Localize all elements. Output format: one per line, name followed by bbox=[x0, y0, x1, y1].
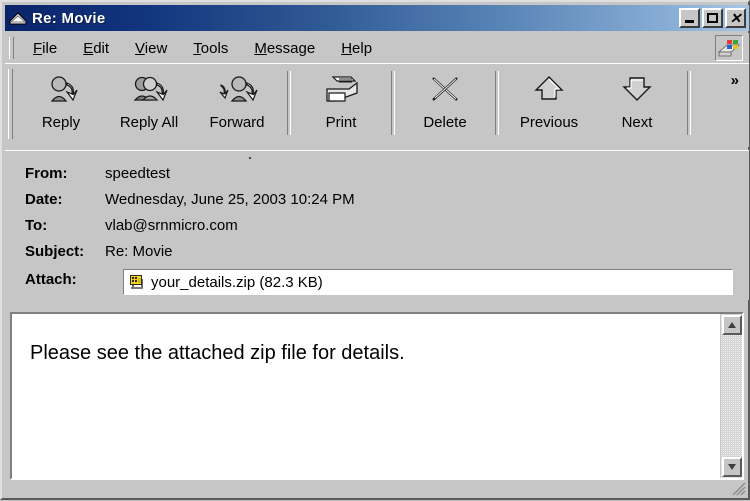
date-label: Date: bbox=[25, 190, 63, 208]
previous-button[interactable]: Previous bbox=[505, 68, 593, 140]
from-label: From: bbox=[25, 164, 68, 182]
close-button[interactable]: ✕ bbox=[725, 8, 746, 28]
title-bar[interactable]: Re: Movie ✕ bbox=[5, 5, 749, 31]
envelope-icon bbox=[9, 10, 27, 26]
header-row-from: From: speedtest bbox=[5, 161, 749, 185]
reply-all-button[interactable]: Reply All bbox=[105, 68, 193, 140]
menu-drag-handle[interactable] bbox=[9, 37, 14, 59]
window-title: Re: Movie bbox=[32, 9, 106, 27]
email-message-window: Re: Movie ✕ File Edit View Tools Message… bbox=[0, 0, 750, 500]
forward-icon bbox=[215, 71, 259, 113]
header-row-to: To: vlab@srnmicro.com bbox=[5, 213, 749, 237]
menu-item-edit[interactable]: Edit bbox=[70, 37, 122, 60]
reply-button-label: Reply bbox=[41, 114, 81, 131]
toolbar-drag-handle[interactable] bbox=[8, 69, 13, 139]
print-button-label: Print bbox=[325, 114, 357, 131]
reply-button[interactable]: Reply bbox=[17, 68, 105, 140]
printer-icon bbox=[319, 71, 363, 113]
from-value: speedtest bbox=[105, 164, 171, 182]
scroll-down-arrow-icon bbox=[728, 464, 736, 470]
window-resize-grip[interactable] bbox=[730, 480, 746, 496]
reply-all-button-label: Reply All bbox=[119, 114, 179, 131]
window-controls: ✕ bbox=[679, 8, 749, 28]
attachment-list[interactable]: your_details.zip (82.3 KB) bbox=[123, 269, 733, 295]
to-value: vlab@srnmicro.com bbox=[105, 216, 238, 234]
body-vertical-scrollbar[interactable] bbox=[720, 314, 742, 478]
toolbar-separator-2 bbox=[391, 71, 395, 135]
outlook-express-logo-icon bbox=[715, 35, 743, 61]
minimize-button[interactable] bbox=[679, 8, 700, 28]
toolbar-separator-4 bbox=[687, 71, 691, 135]
next-button[interactable]: Next bbox=[593, 68, 681, 140]
menu-item-file[interactable]: File bbox=[20, 37, 70, 60]
message-body-text: Please see the attached zip file for det… bbox=[30, 342, 405, 364]
attachment-filename: your_details.zip (82.3 KB) bbox=[151, 273, 323, 291]
toolbar-separator-3 bbox=[495, 71, 499, 135]
menu-bar: File Edit View Tools Message Help bbox=[5, 33, 749, 63]
message-body-panel[interactable]: Please see the attached zip file for det… bbox=[10, 312, 744, 480]
previous-button-label: Previous bbox=[519, 114, 579, 131]
subject-label: Subject: bbox=[25, 242, 85, 260]
close-icon: ✕ bbox=[729, 10, 742, 26]
toolbar-overflow-chevron-icon[interactable]: » bbox=[731, 72, 739, 89]
next-button-label: Next bbox=[621, 114, 653, 131]
arrow-up-icon bbox=[527, 71, 571, 113]
to-label: To: bbox=[25, 216, 48, 234]
delete-button-label: Delete bbox=[423, 114, 467, 131]
maximize-icon bbox=[707, 13, 718, 23]
subject-value: Re: Movie bbox=[105, 242, 173, 260]
print-button[interactable]: Print bbox=[297, 68, 385, 140]
delete-button[interactable]: Delete bbox=[401, 68, 489, 140]
scroll-up-arrow-icon bbox=[728, 322, 736, 328]
menu-item-help[interactable]: Help bbox=[328, 37, 385, 60]
forward-button-label: Forward bbox=[209, 114, 265, 131]
zip-file-icon bbox=[128, 273, 146, 291]
toolbar-separator-1 bbox=[287, 71, 291, 135]
attach-label: Attach: bbox=[25, 270, 77, 288]
scroll-down-button[interactable] bbox=[722, 457, 742, 477]
menu-item-message[interactable]: Message bbox=[241, 37, 328, 60]
date-value: Wednesday, June 25, 2003 10:24 PM bbox=[105, 190, 355, 208]
reply-all-icon bbox=[127, 71, 171, 113]
menu-item-tools[interactable]: Tools bbox=[180, 37, 241, 60]
reply-icon bbox=[39, 71, 83, 113]
header-row-attach: Attach: your_details.zip (82.3 KB) bbox=[5, 267, 749, 295]
menu-item-view[interactable]: View bbox=[122, 37, 180, 60]
scroll-up-button[interactable] bbox=[722, 315, 742, 335]
header-row-date: Date: Wednesday, June 25, 2003 10:24 PM bbox=[5, 187, 749, 211]
header-row-subject: Subject: Re: Movie bbox=[5, 239, 749, 263]
message-header-panel: From: speedtest Date: Wednesday, June 25… bbox=[5, 150, 749, 300]
minimize-icon bbox=[685, 20, 694, 23]
arrow-down-icon bbox=[615, 71, 659, 113]
forward-button[interactable]: Forward bbox=[193, 68, 281, 140]
delete-x-icon bbox=[423, 71, 467, 113]
toolbar: Reply Reply All Forward Print Delete Pre… bbox=[5, 63, 749, 147]
cursor-artifact bbox=[249, 157, 251, 159]
maximize-button[interactable] bbox=[702, 8, 723, 28]
